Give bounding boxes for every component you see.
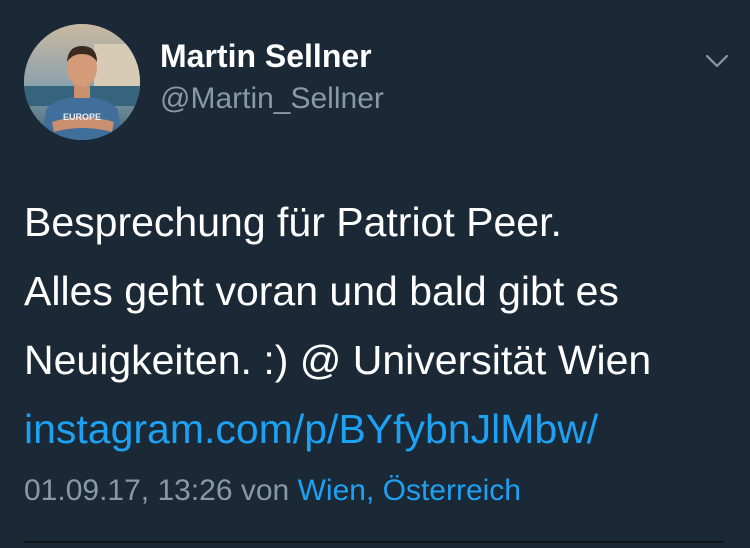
location-link[interactable]: Wien, Österreich (298, 474, 521, 507)
tweet-text: Besprechung für Patriot Peer. Alles geht… (24, 188, 724, 464)
chevron-down-icon[interactable] (700, 48, 734, 74)
divider (24, 541, 724, 543)
tweet-text-line: Neuigkeiten. :) @ Universität Wien (24, 337, 652, 383)
tweet-card: EUROPE Martin Sellner @Martin_Sellner Be… (0, 0, 750, 548)
tweet-meta: 01.09.17, 13:26 von Wien, Österreich (24, 474, 521, 508)
author-name[interactable]: Martin Sellner (160, 38, 372, 75)
avatar-shirt-text: EUROPE (63, 112, 101, 122)
author-handle[interactable]: @Martin_Sellner (160, 82, 384, 116)
instagram-link[interactable]: instagram.com/p/BYfybnJlMbw/ (24, 395, 724, 464)
avatar-photo: EUROPE (24, 24, 140, 140)
avatar[interactable]: EUROPE (24, 24, 140, 140)
via-label: von (240, 474, 290, 507)
tweet-text-line: Besprechung für Patriot Peer. (24, 199, 562, 245)
tweet-date: 01.09.17, 13:26 (24, 474, 233, 507)
tweet-text-line: Alles geht voran und bald gibt es (24, 268, 619, 314)
